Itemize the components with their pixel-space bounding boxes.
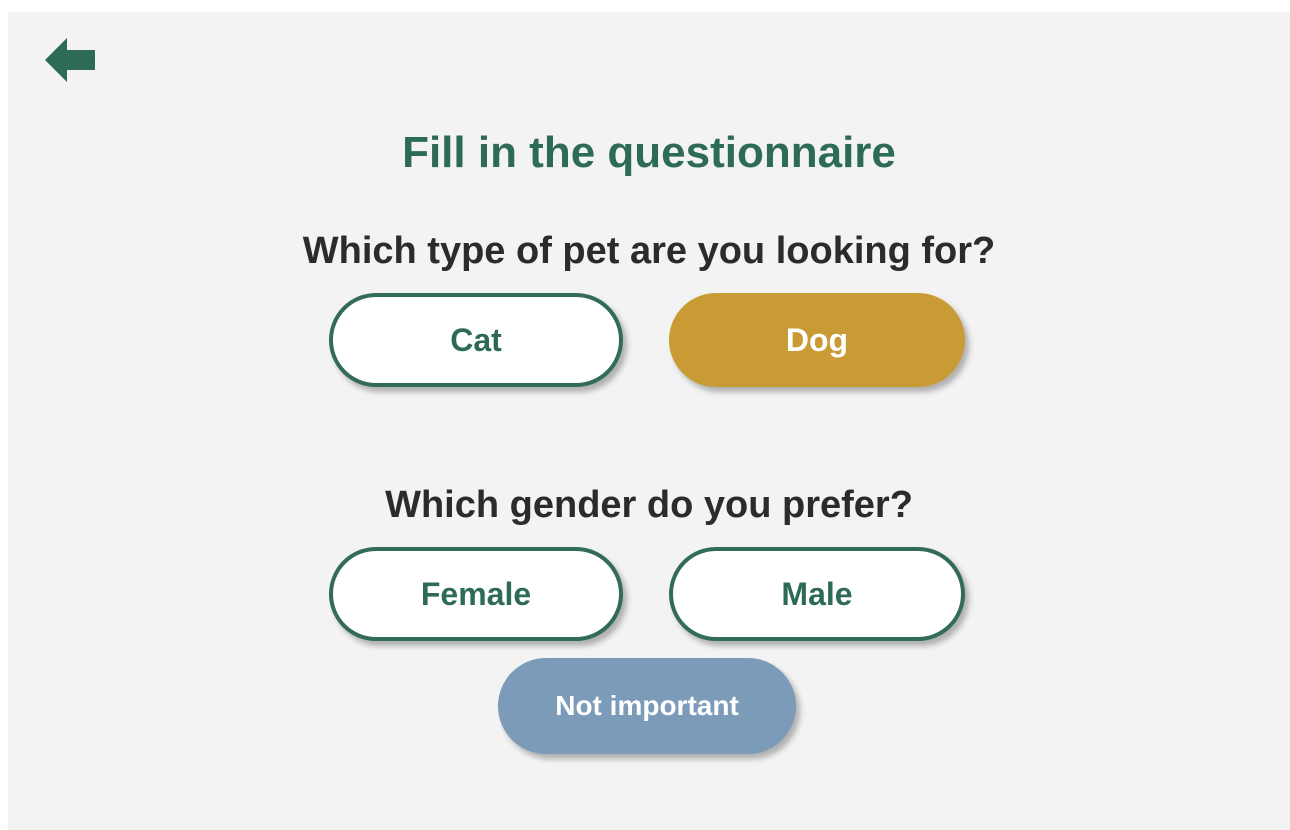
option-dog-button[interactable]: Dog <box>669 293 965 387</box>
questionnaire-screen: Fill in the questionnaire Which type of … <box>8 12 1290 830</box>
arrow-left-icon <box>45 38 95 82</box>
page-title: Fill in the questionnaire <box>402 128 896 177</box>
option-female-button[interactable]: Female <box>329 547 623 641</box>
option-cat-button[interactable]: Cat <box>329 293 623 387</box>
option-male-button[interactable]: Male <box>669 547 965 641</box>
option-not-important-button[interactable]: Not important <box>498 658 796 754</box>
back-button[interactable] <box>45 38 95 82</box>
question-pet-type: Which type of pet are you looking for? <box>302 230 996 272</box>
question-gender: Which gender do you prefer? <box>385 484 913 526</box>
